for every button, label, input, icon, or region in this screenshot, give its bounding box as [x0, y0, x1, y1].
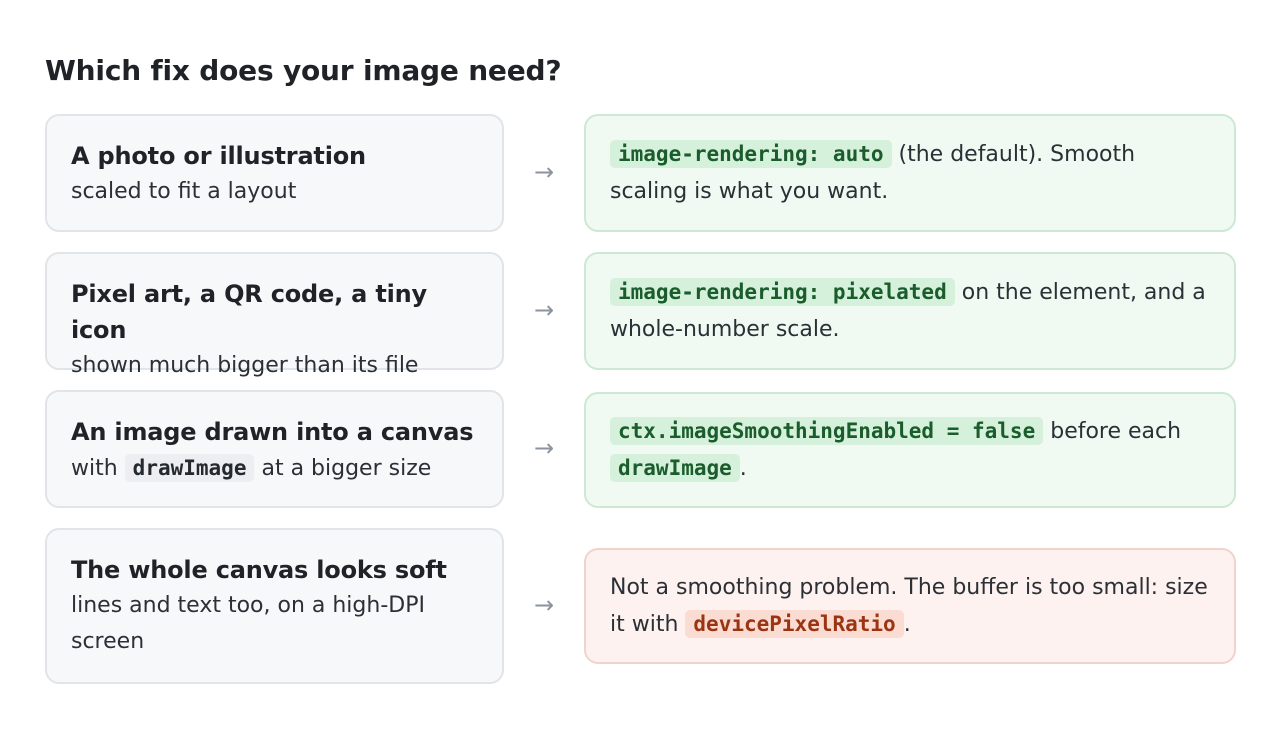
situation-title: Pixel art, a QR code, a tiny icon: [71, 280, 427, 344]
situation-subtitle: shown much bigger than its file: [71, 353, 419, 378]
situation-title: The whole canvas looks soft: [71, 556, 447, 584]
situation-card: A photo or illustration scaled to fit a …: [45, 114, 504, 232]
situation-subtitle: with drawImage at a bigger size: [71, 450, 478, 487]
situation-subtitle: scaled to fit a layout: [71, 179, 297, 204]
situation-card: An image drawn into a canvas with drawIm…: [45, 390, 504, 508]
page-title: Which fix does your image need?: [45, 54, 562, 87]
situation-subtitle-text: with: [71, 456, 125, 481]
fix-text: Not a smoothing problem. The buffer is t…: [610, 569, 1210, 643]
arrow-right-icon: →: [533, 296, 555, 324]
fix-code: image-rendering: auto: [610, 140, 892, 168]
table-row: A photo or illustration scaled to fit a …: [45, 114, 1236, 232]
fix-text: image-rendering: pixelated on the elemen…: [610, 274, 1210, 348]
arrow-right-icon: →: [533, 591, 555, 619]
fix-card: ctx.imageSmoothingEnabled = false before…: [584, 392, 1236, 508]
situation-title: An image drawn into a canvas: [71, 418, 474, 446]
fix-code: image-rendering: pixelated: [610, 278, 955, 306]
fix-card: Not a smoothing problem. The buffer is t…: [584, 548, 1236, 664]
situation-code: drawImage: [124, 454, 255, 482]
fix-text: ctx.imageSmoothingEnabled = false before…: [610, 413, 1210, 487]
page: Which fix does your image need? A photo …: [0, 0, 1280, 756]
fix-description: .: [739, 456, 747, 481]
fix-code: drawImage: [610, 454, 740, 482]
fix-code: ctx.imageSmoothingEnabled = false: [610, 417, 1044, 445]
fix-text: image-rendering: auto (the default). Smo…: [610, 136, 1210, 210]
table-row: An image drawn into a canvas with drawIm…: [45, 390, 1236, 508]
fix-card: image-rendering: pixelated on the elemen…: [584, 252, 1236, 370]
table-row: Pixel art, a QR code, a tiny icon shown …: [45, 252, 1236, 378]
table-row: The whole canvas looks soft lines and te…: [45, 528, 1236, 684]
situation-title: A photo or illustration: [71, 142, 366, 170]
fix-description: .: [903, 612, 911, 637]
situation-card: Pixel art, a QR code, a tiny icon shown …: [45, 252, 504, 378]
fix-description: before each: [1043, 419, 1182, 444]
fix-card: image-rendering: auto (the default). Smo…: [584, 114, 1236, 232]
situation-card: The whole canvas looks soft lines and te…: [45, 528, 504, 684]
fix-code: devicePixelRatio: [685, 610, 904, 638]
arrow-right-icon: →: [533, 158, 555, 186]
arrow-right-icon: →: [533, 434, 555, 462]
situation-subtitle: lines and text too, on a high-DPI screen: [71, 593, 425, 654]
situation-subtitle-text: at a bigger size: [254, 456, 432, 481]
